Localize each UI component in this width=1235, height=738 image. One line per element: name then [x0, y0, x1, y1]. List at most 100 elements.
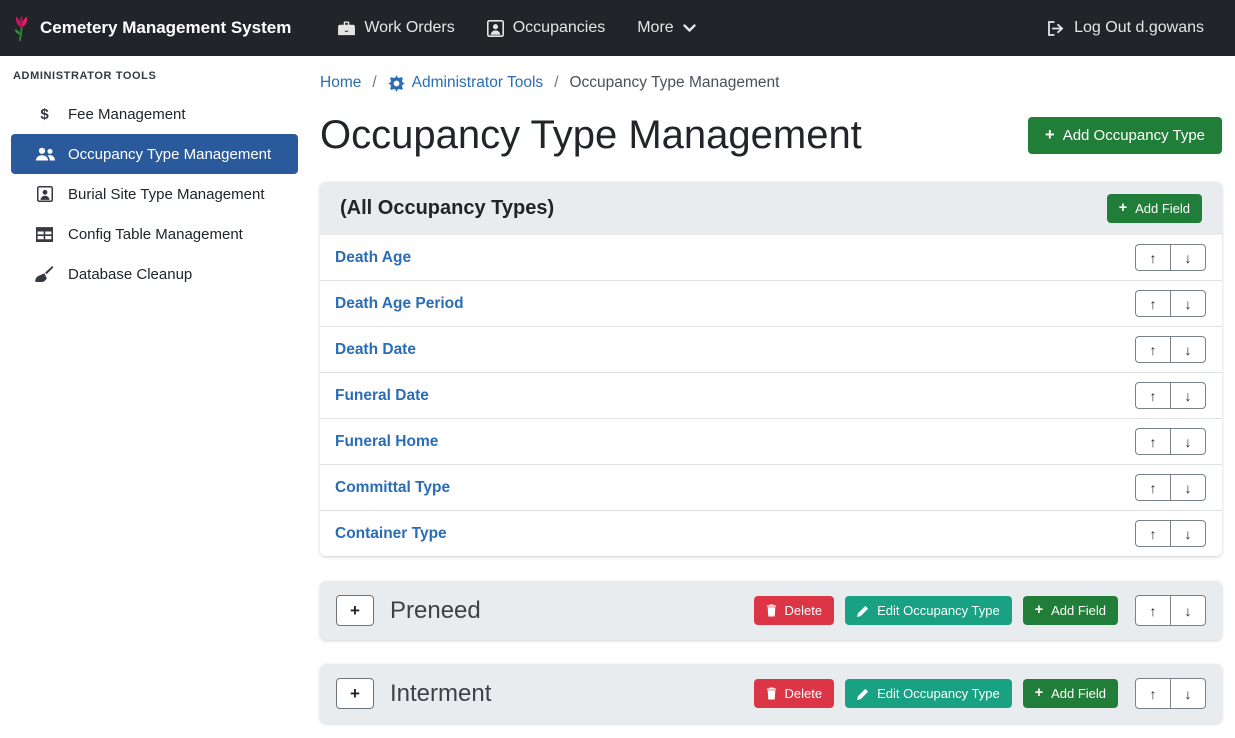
move-down-button[interactable]: ↓	[1170, 290, 1206, 317]
add-field-label: Add Field	[1135, 201, 1190, 216]
sidebar-item-fee-management[interactable]: $ Fee Management	[11, 94, 298, 134]
reorder-buttons: ↑ ↓	[1135, 595, 1206, 626]
move-down-button[interactable]: ↓	[1170, 382, 1206, 409]
move-up-button[interactable]: ↑	[1135, 428, 1171, 455]
add-field-button[interactable]: + Add Field	[1023, 596, 1118, 625]
navbar-right: Log Out d.gowans	[1034, 11, 1217, 45]
breadcrumb-administrator-tools[interactable]: Administrator Tools	[388, 74, 544, 92]
pencil-icon	[857, 605, 869, 617]
sidebar-item-burial-site-type-management[interactable]: Burial Site Type Management	[11, 174, 298, 214]
move-up-button[interactable]: ↑	[1135, 382, 1171, 409]
move-up-button[interactable]: ↑	[1135, 595, 1171, 626]
sidebar-item-database-cleanup[interactable]: Database Cleanup	[11, 254, 298, 294]
edit-occupancy-type-button[interactable]: Edit Occupancy Type	[845, 679, 1012, 708]
sidebar-item-occupancy-type-management[interactable]: Occupancy Type Management	[11, 134, 298, 174]
reorder-buttons: ↑ ↓	[1135, 474, 1206, 501]
toolbox-icon	[338, 21, 355, 36]
delete-button[interactable]: Delete	[754, 679, 835, 708]
edit-occupancy-type-label: Edit Occupancy Type	[877, 686, 1000, 701]
delete-button[interactable]: Delete	[754, 596, 835, 625]
breadcrumb-separator: /	[554, 74, 558, 92]
sidebar-item-label: Database Cleanup	[68, 266, 192, 283]
field-link-funeral-home[interactable]: Funeral Home	[335, 433, 438, 451]
logout-link[interactable]: Log Out d.gowans	[1034, 11, 1217, 45]
breadcrumb: Home / Administrator Tools / Occupancy T…	[320, 74, 1222, 92]
field-link-committal-type[interactable]: Committal Type	[335, 479, 450, 497]
sidebar-item-label: Fee Management	[68, 106, 186, 123]
move-down-button[interactable]: ↓	[1170, 678, 1206, 709]
dollar-icon: $	[34, 106, 55, 123]
reorder-buttons: ↑ ↓	[1135, 336, 1206, 363]
logout-label: Log Out d.gowans	[1074, 19, 1204, 37]
field-link-funeral-date[interactable]: Funeral Date	[335, 387, 429, 405]
plus-icon: +	[1119, 201, 1127, 215]
nav-more-label: More	[637, 19, 673, 37]
move-down-button[interactable]: ↓	[1170, 520, 1206, 547]
move-down-button[interactable]: ↓	[1170, 244, 1206, 271]
move-up-button[interactable]: ↑	[1135, 244, 1171, 271]
plus-icon: +	[1035, 603, 1043, 617]
nav-work-orders[interactable]: Work Orders	[325, 11, 467, 45]
field-link-death-age-period[interactable]: Death Age Period	[335, 295, 464, 313]
page-title: Occupancy Type Management	[320, 112, 862, 158]
users-icon	[34, 147, 55, 161]
edit-occupancy-type-label: Edit Occupancy Type	[877, 603, 1000, 618]
field-row: Death Age ↑ ↓	[320, 235, 1222, 280]
move-down-button[interactable]: ↓	[1170, 336, 1206, 363]
app-brand[interactable]: Cemetery Management System	[12, 15, 291, 42]
person-box-icon	[34, 186, 55, 202]
all-occupancy-types-title: (All Occupancy Types)	[340, 197, 554, 220]
section-title: Preneed	[390, 597, 481, 625]
nav-more[interactable]: More	[624, 11, 708, 45]
add-field-button[interactable]: + Add Field	[1107, 194, 1202, 223]
field-link-death-age[interactable]: Death Age	[335, 249, 411, 267]
breadcrumb-separator: /	[372, 74, 376, 92]
occupancy-type-section-interment: + Interment Delete Edit Occupancy Type	[320, 664, 1222, 723]
reorder-buttons: ↑ ↓	[1135, 244, 1206, 271]
move-down-button[interactable]: ↓	[1170, 474, 1206, 501]
pencil-icon	[857, 688, 869, 700]
sidebar-item-config-table-management[interactable]: Config Table Management	[11, 214, 298, 254]
breadcrumb-administrator-tools-label: Administrator Tools	[412, 74, 544, 92]
trash-icon	[766, 604, 777, 617]
expand-button[interactable]: +	[336, 595, 374, 626]
expand-button[interactable]: +	[336, 678, 374, 709]
field-row: Funeral Date ↑ ↓	[320, 372, 1222, 418]
sidebar-heading: Administrator Tools	[11, 66, 298, 94]
move-down-button[interactable]: ↓	[1170, 595, 1206, 626]
reorder-buttons: ↑ ↓	[1135, 520, 1206, 547]
flower-logo-icon	[12, 15, 31, 42]
all-occupancy-types-header: (All Occupancy Types) + Add Field	[320, 182, 1222, 235]
field-link-death-date[interactable]: Death Date	[335, 341, 416, 359]
main-content: Home / Administrator Tools / Occupancy T…	[308, 56, 1235, 738]
field-row: Container Type ↑ ↓	[320, 510, 1222, 556]
field-link-container-type[interactable]: Container Type	[335, 525, 447, 543]
field-row: Funeral Home ↑ ↓	[320, 418, 1222, 464]
nav-occupancies[interactable]: Occupancies	[474, 11, 619, 45]
add-occupancy-type-label: Add Occupancy Type	[1063, 127, 1205, 144]
nav-work-orders-label: Work Orders	[364, 19, 454, 37]
move-up-button[interactable]: ↑	[1135, 290, 1171, 317]
add-field-label: Add Field	[1051, 603, 1106, 618]
trash-icon	[766, 687, 777, 700]
section-title: Interment	[390, 680, 491, 708]
move-down-button[interactable]: ↓	[1170, 428, 1206, 455]
top-navbar: Cemetery Management System Work Orders O…	[0, 0, 1235, 56]
edit-occupancy-type-button[interactable]: Edit Occupancy Type	[845, 596, 1012, 625]
move-up-button[interactable]: ↑	[1135, 678, 1171, 709]
breadcrumb-home[interactable]: Home	[320, 74, 361, 92]
all-occupancy-types-card: (All Occupancy Types) + Add Field Death …	[320, 182, 1222, 556]
gear-icon	[388, 75, 405, 92]
move-up-button[interactable]: ↑	[1135, 474, 1171, 501]
section-actions: Delete Edit Occupancy Type + Add Field ↑…	[754, 678, 1206, 709]
add-occupancy-type-button[interactable]: + Add Occupancy Type	[1028, 117, 1222, 154]
sidebar: Administrator Tools $ Fee Management Occ…	[0, 56, 308, 738]
delete-label: Delete	[785, 603, 823, 618]
reorder-buttons: ↑ ↓	[1135, 428, 1206, 455]
sidebar-item-label: Config Table Management	[68, 226, 243, 243]
move-up-button[interactable]: ↑	[1135, 336, 1171, 363]
breadcrumb-current: Occupancy Type Management	[570, 74, 780, 92]
move-up-button[interactable]: ↑	[1135, 520, 1171, 547]
nav-occupancies-label: Occupancies	[513, 19, 606, 37]
add-field-button[interactable]: + Add Field	[1023, 679, 1118, 708]
